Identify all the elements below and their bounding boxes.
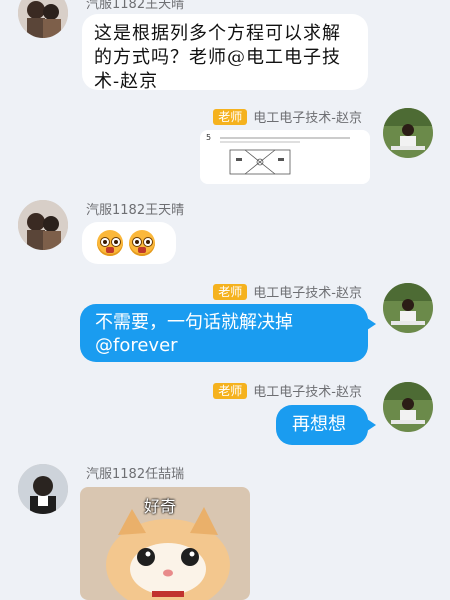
teacher-badge: 老师 [213,108,248,125]
sender-name: 汽服1182任喆瑞 [86,467,185,482]
sender-name: 汽服1182王天晴 [86,0,185,12]
teacher-badge: 老师 [213,382,248,399]
sender-name: 电工电子技术-赵京 [253,111,362,126]
sender-line: 老师 电工电子技术-赵京 [213,381,362,400]
message-text-line1: 不需要，一句话就解决掉 [95,312,293,333]
image-label: 5 [206,133,211,142]
message-bubble[interactable]: 这是根据列多个方程可以求解的方式吗？老师@电工电子技术-赵京 [82,14,368,92]
message-bubble[interactable]: 再想想 [276,405,376,445]
avatar[interactable] [18,200,68,250]
teacher-badge: 老师 [213,283,248,300]
message-text: 这是根据列多个方程可以求解的方式吗？老师@电工电子技术-赵京 [94,23,341,92]
sticker-image[interactable]: 好奇 [80,487,250,600]
surprised-face-icon [97,230,123,256]
sender-line: 老师 电工电子技术-赵京 [213,107,362,126]
sender-name: 汽服1182王天晴 [86,203,185,218]
message-text: 再想想 [292,414,346,435]
surprised-face-icon [129,230,155,256]
avatar[interactable] [383,108,433,158]
avatar[interactable] [383,382,433,432]
mention-forever[interactable]: @forever [95,335,178,356]
avatar[interactable] [18,0,68,38]
sticker-caption: 好奇 [144,497,177,516]
sender-name: 电工电子技术-赵京 [253,385,362,400]
sender-line: 老师 电工电子技术-赵京 [213,282,362,301]
avatar[interactable] [383,283,433,333]
avatar[interactable] [18,464,68,514]
message-bubble[interactable]: 不需要，一句话就解决掉 @forever [80,304,376,362]
message-bubble[interactable] [82,222,176,264]
attached-image[interactable]: 5 [200,130,370,184]
sender-name: 电工电子技术-赵京 [253,286,362,301]
